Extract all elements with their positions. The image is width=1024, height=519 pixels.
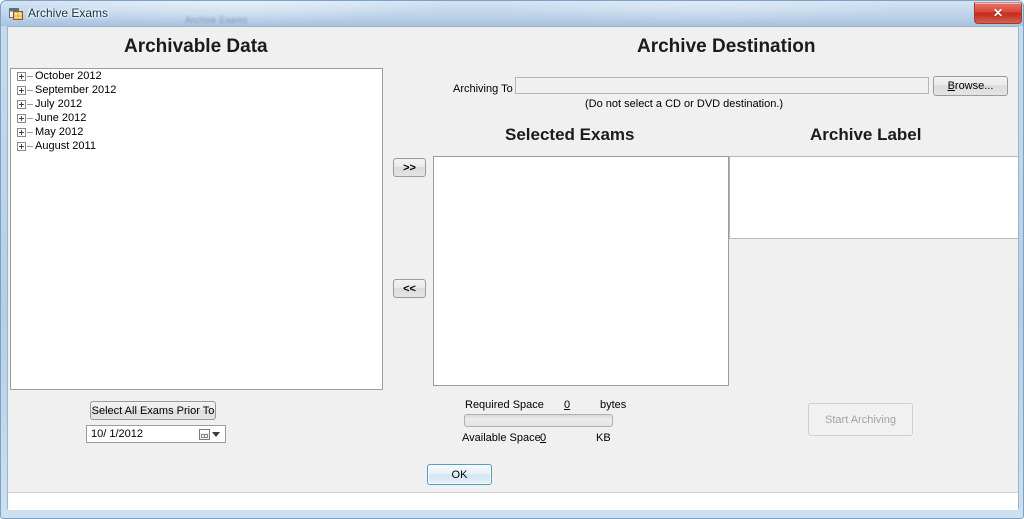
expand-plus-icon[interactable] — [17, 99, 26, 109]
tree-item[interactable]: June 2012 — [11, 111, 382, 125]
tree-item[interactable]: May 2012 — [11, 125, 382, 139]
archive-label-textarea[interactable] — [729, 156, 1018, 239]
tree-connector-line — [27, 75, 33, 77]
tree-item-label: May 2012 — [35, 126, 84, 139]
tree-connector-line — [27, 117, 33, 119]
browse-button[interactable]: Browse... — [933, 76, 1008, 96]
available-space-units: KB — [596, 432, 611, 444]
tree-item[interactable]: September 2012 — [11, 83, 382, 97]
selected-exams-listbox[interactable] — [433, 156, 729, 386]
select-all-exams-prior-to-button[interactable]: Select All Exams Prior To — [90, 401, 216, 420]
archive-exams-window: Archive Exams Archive Exams ✕ Archivable… — [0, 0, 1024, 519]
available-space-label: Available Space — [462, 432, 541, 444]
dialog-client-area: Archivable Data Archive Destination Sele… — [7, 26, 1019, 510]
calendar-icon[interactable] — [199, 428, 210, 440]
tree-item-label: September 2012 — [35, 84, 117, 97]
browse-label-rest: rowse... — [954, 80, 994, 92]
tree-connector-line — [27, 89, 33, 91]
browse-button-label: Browse... — [948, 80, 994, 92]
date-picker-value: 10/ 1/2012 — [91, 428, 143, 440]
tree-item[interactable]: October 2012 — [11, 69, 382, 83]
titlebar[interactable]: Archive Exams Archive Exams ✕ — [1, 1, 1023, 26]
tree-item-label: October 2012 — [35, 70, 102, 83]
window-title: Archive Exams — [28, 6, 109, 20]
chevron-down-icon[interactable] — [212, 431, 220, 437]
prior-to-date-picker[interactable]: 10/ 1/2012 — [86, 425, 226, 443]
archiving-to-label: Archiving To — [453, 83, 513, 95]
tree-connector-line — [27, 103, 33, 105]
tree-connector-line — [27, 131, 33, 133]
expand-plus-icon[interactable] — [17, 141, 26, 151]
tree-item[interactable]: August 2011 — [11, 139, 382, 153]
archive-destination-heading: Archive Destination — [637, 36, 816, 57]
expand-plus-icon[interactable] — [17, 85, 26, 95]
remove-from-selected-button[interactable]: << — [393, 279, 426, 298]
required-space-units: bytes — [600, 399, 627, 411]
status-bar — [8, 492, 1018, 510]
start-archiving-button[interactable]: Start Archiving — [808, 403, 913, 436]
close-button[interactable]: ✕ — [974, 2, 1022, 24]
archivable-data-treeview[interactable]: October 2012 September 2012 July 2012 Ju… — [10, 68, 383, 390]
archive-progress-bar — [464, 414, 613, 427]
available-space-value: 0 — [540, 432, 547, 444]
expand-plus-icon[interactable] — [17, 127, 26, 137]
expand-plus-icon[interactable] — [17, 71, 26, 81]
archivable-data-heading: Archivable Data — [124, 36, 268, 57]
ok-button[interactable]: OK — [427, 464, 492, 485]
tree-connector-line — [27, 145, 33, 147]
tree-item-label: July 2012 — [35, 98, 83, 111]
add-to-selected-button[interactable]: >> — [393, 158, 426, 177]
required-space-value: 0 — [564, 399, 571, 411]
tree-item-label: June 2012 — [35, 112, 87, 125]
expand-plus-icon[interactable] — [17, 113, 26, 123]
application-window-icon — [9, 8, 23, 20]
selected-exams-heading: Selected Exams — [505, 125, 635, 144]
background-window-title: Archive Exams — [185, 15, 248, 25]
archive-label-heading: Archive Label — [810, 125, 922, 144]
close-icon: ✕ — [992, 6, 1004, 20]
required-space-label: Required Space — [465, 399, 544, 411]
browse-accel-letter: B — [947, 80, 955, 92]
destination-hint-text: (Do not select a CD or DVD destination.) — [585, 98, 784, 110]
archiving-to-input[interactable] — [515, 77, 929, 94]
tree-item-label: August 2011 — [35, 140, 96, 153]
tree-item[interactable]: July 2012 — [11, 97, 382, 111]
